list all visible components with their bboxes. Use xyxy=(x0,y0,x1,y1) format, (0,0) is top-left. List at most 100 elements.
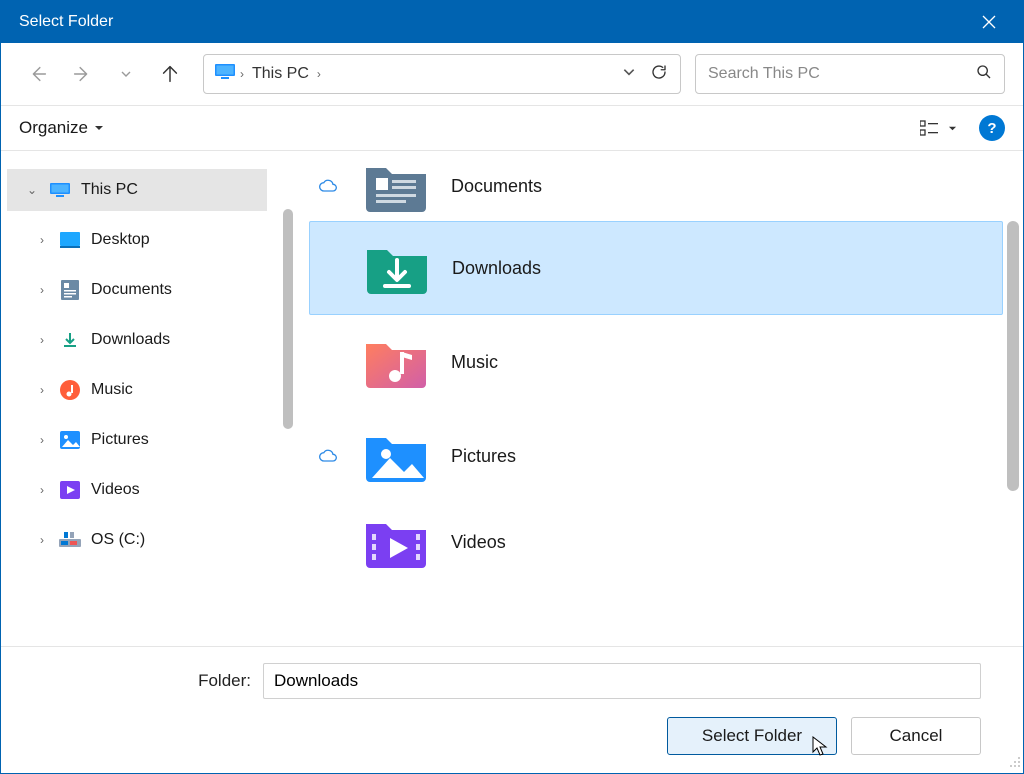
organize-menu[interactable]: Organize xyxy=(19,118,104,138)
sidebar-item-desktop[interactable]: › Desktop xyxy=(1,219,291,261)
button-row: Select Folder Cancel xyxy=(1,717,999,755)
drive-icon xyxy=(59,529,81,551)
sidebar-item-pictures[interactable]: › Pictures xyxy=(1,419,291,461)
chevron-down-icon[interactable]: ⌄ xyxy=(25,183,39,197)
address-dropdown-button[interactable] xyxy=(622,65,636,84)
resize-grip-icon[interactable] xyxy=(1007,754,1021,771)
folder-item-pictures[interactable]: Pictures xyxy=(309,409,1003,503)
cancel-button[interactable]: Cancel xyxy=(851,717,981,755)
sidebar-item-os-c[interactable]: › OS (C:) xyxy=(1,519,291,561)
sidebar: ⌄ This PC › Desktop › Documents xyxy=(1,151,291,646)
pictures-icon xyxy=(59,429,81,451)
this-pc-icon xyxy=(214,63,236,86)
pictures-folder-icon xyxy=(361,426,431,486)
sidebar-item-label: Documents xyxy=(91,281,172,299)
folder-row: Folder: xyxy=(1,663,999,699)
refresh-icon xyxy=(650,63,668,81)
search-input[interactable] xyxy=(708,65,968,83)
address-bar[interactable]: › This PC › xyxy=(203,54,681,94)
recent-locations-button[interactable] xyxy=(107,55,145,93)
breadcrumb[interactable]: › This PC › xyxy=(240,65,321,83)
main-pane: Documents Downloads Music xyxy=(291,151,1023,646)
sidebar-item-label: This PC xyxy=(81,181,138,199)
nav-row: › This PC › xyxy=(1,43,1023,105)
cancel-label: Cancel xyxy=(890,726,943,746)
music-folder-icon xyxy=(361,332,431,392)
sidebar-item-documents[interactable]: › Documents xyxy=(1,269,291,311)
title-bar: Select Folder xyxy=(1,1,1023,43)
select-folder-button[interactable]: Select Folder xyxy=(667,717,837,755)
downloads-icon xyxy=(59,329,81,351)
sidebar-item-label: Pictures xyxy=(91,431,149,449)
sidebar-item-this-pc[interactable]: ⌄ This PC xyxy=(7,169,267,211)
sidebar-item-label: Videos xyxy=(91,481,140,499)
footer: Folder: Select Folder Cancel xyxy=(1,646,1023,773)
dialog-window: Select Folder › This PC › xyxy=(0,0,1024,774)
folder-item-videos[interactable]: Videos xyxy=(309,503,1003,581)
chevron-right-icon[interactable]: › xyxy=(35,433,49,447)
folder-item-label: Pictures xyxy=(451,446,516,467)
breadcrumb-item[interactable]: This PC xyxy=(252,65,309,83)
caret-down-icon xyxy=(94,123,104,133)
downloads-folder-icon xyxy=(362,238,432,298)
caret-down-icon xyxy=(948,124,957,133)
folder-list: Documents Downloads Music xyxy=(291,151,1023,581)
desktop-icon xyxy=(59,229,81,251)
folder-field-label: Folder: xyxy=(1,671,251,691)
folder-item-music[interactable]: Music xyxy=(309,315,1003,409)
organize-label: Organize xyxy=(19,118,88,138)
chevron-right-icon[interactable]: › xyxy=(35,383,49,397)
documents-folder-icon xyxy=(361,156,431,216)
help-button[interactable]: ? xyxy=(979,115,1005,141)
chevron-down-icon xyxy=(622,65,636,79)
cloud-sync-icon xyxy=(315,449,341,463)
folder-item-label: Videos xyxy=(451,532,506,553)
toolbar: Organize ? xyxy=(1,105,1023,151)
cloud-sync-icon xyxy=(315,179,341,193)
arrow-right-icon xyxy=(71,63,93,85)
help-icon: ? xyxy=(987,120,996,137)
refresh-button[interactable] xyxy=(646,59,672,90)
mouse-cursor-icon xyxy=(812,736,828,756)
search-icon[interactable] xyxy=(976,64,992,85)
chevron-down-icon xyxy=(120,68,132,80)
arrow-up-icon xyxy=(159,63,181,85)
sidebar-item-videos[interactable]: › Videos xyxy=(1,469,291,511)
arrow-left-icon xyxy=(27,63,49,85)
back-button[interactable] xyxy=(19,55,57,93)
sidebar-item-music[interactable]: › Music xyxy=(1,369,291,411)
chevron-right-icon[interactable]: › xyxy=(35,483,49,497)
chevron-right-icon: › xyxy=(317,67,321,81)
chevron-right-icon[interactable]: › xyxy=(35,533,49,547)
chevron-right-icon[interactable]: › xyxy=(35,283,49,297)
videos-folder-icon xyxy=(361,512,431,572)
close-button[interactable] xyxy=(967,1,1011,43)
folder-item-downloads[interactable]: Downloads xyxy=(309,221,1003,315)
sidebar-item-label: Desktop xyxy=(91,231,150,249)
window-title: Select Folder xyxy=(19,13,967,31)
videos-icon xyxy=(59,479,81,501)
forward-button[interactable] xyxy=(63,55,101,93)
sidebar-item-label: Downloads xyxy=(91,331,170,349)
view-options-button[interactable] xyxy=(912,116,965,140)
folder-item-label: Documents xyxy=(451,176,542,197)
main-scrollbar[interactable] xyxy=(1007,221,1019,491)
folder-item-label: Music xyxy=(451,352,498,373)
up-button[interactable] xyxy=(151,55,189,93)
chevron-right-icon[interactable]: › xyxy=(35,333,49,347)
chevron-right-icon: › xyxy=(240,67,244,81)
search-box[interactable] xyxy=(695,54,1005,94)
sidebar-item-downloads[interactable]: › Downloads xyxy=(1,319,291,361)
sidebar-item-label: OS (C:) xyxy=(91,531,145,549)
select-folder-label: Select Folder xyxy=(702,726,802,746)
documents-icon xyxy=(59,279,81,301)
folder-item-documents[interactable]: Documents xyxy=(309,151,1003,221)
music-icon xyxy=(59,379,81,401)
chevron-right-icon[interactable]: › xyxy=(35,233,49,247)
close-icon xyxy=(982,15,996,29)
sidebar-item-label: Music xyxy=(91,381,133,399)
folder-name-input[interactable] xyxy=(263,663,981,699)
folder-item-label: Downloads xyxy=(452,258,541,279)
body: ⌄ This PC › Desktop › Documents xyxy=(1,151,1023,646)
view-list-icon xyxy=(920,120,940,136)
